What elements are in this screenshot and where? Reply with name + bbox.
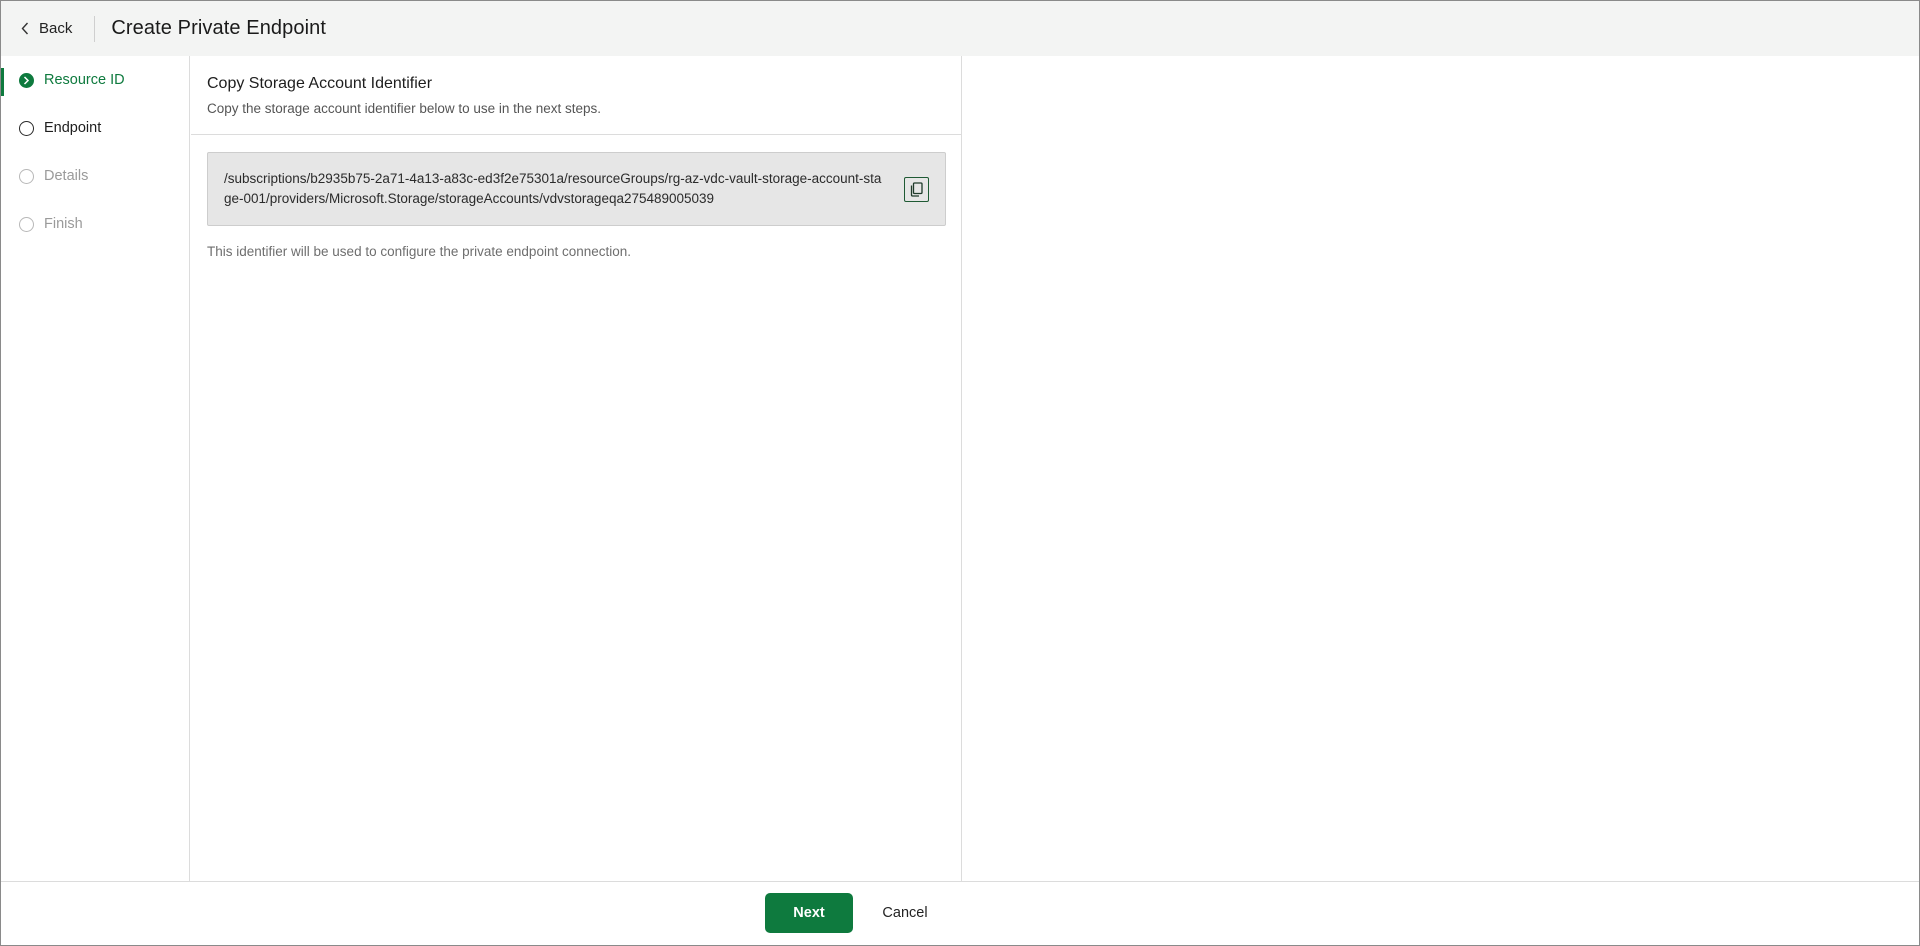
copy-button[interactable] <box>904 177 929 202</box>
step-label: Details <box>44 168 89 184</box>
step-label: Endpoint <box>44 120 102 136</box>
right-pane <box>963 56 1919 881</box>
footer: Next Cancel <box>1 881 1919 945</box>
wizard-window: Back Create Private Endpoint Resource ID… <box>0 0 1920 946</box>
chevron-left-icon <box>21 22 29 35</box>
identifier-text: /subscriptions/b2935b75-2a71-4a13-a83c-e… <box>224 171 882 206</box>
header-divider <box>94 15 96 42</box>
identifier-hint: This identifier will be used to configur… <box>207 244 632 259</box>
empty-circle-icon <box>19 168 34 184</box>
next-button[interactable]: Next <box>765 893 853 933</box>
step-details: Details <box>1 152 189 200</box>
step-resource-id[interactable]: Resource ID <box>1 56 189 104</box>
step-label: Resource ID <box>44 72 125 88</box>
section-title: Copy Storage Account Identifier <box>207 75 433 92</box>
empty-circle-icon <box>19 120 34 136</box>
back-label: Back <box>39 20 73 37</box>
step-endpoint[interactable]: Endpoint <box>1 104 189 152</box>
wizard-steps: Resource ID Endpoint Details Finish <box>1 56 190 881</box>
section-header: Copy Storage Account Identifier Copy the… <box>191 56 961 135</box>
chevron-right-circle-icon <box>19 72 34 88</box>
empty-circle-icon <box>19 216 34 232</box>
section-description: Copy the storage account identifier belo… <box>207 101 601 116</box>
main-panel: Copy Storage Account Identifier Copy the… <box>191 56 962 881</box>
step-label: Finish <box>44 216 83 232</box>
step-finish: Finish <box>1 200 189 248</box>
header: Back Create Private Endpoint <box>1 1 1919 56</box>
cancel-button[interactable]: Cancel <box>867 893 943 933</box>
copy-icon <box>910 182 923 197</box>
back-button[interactable]: Back <box>21 13 94 45</box>
identifier-box: /subscriptions/b2935b75-2a71-4a13-a83c-e… <box>207 152 946 226</box>
page-title: Create Private Endpoint <box>111 17 327 39</box>
